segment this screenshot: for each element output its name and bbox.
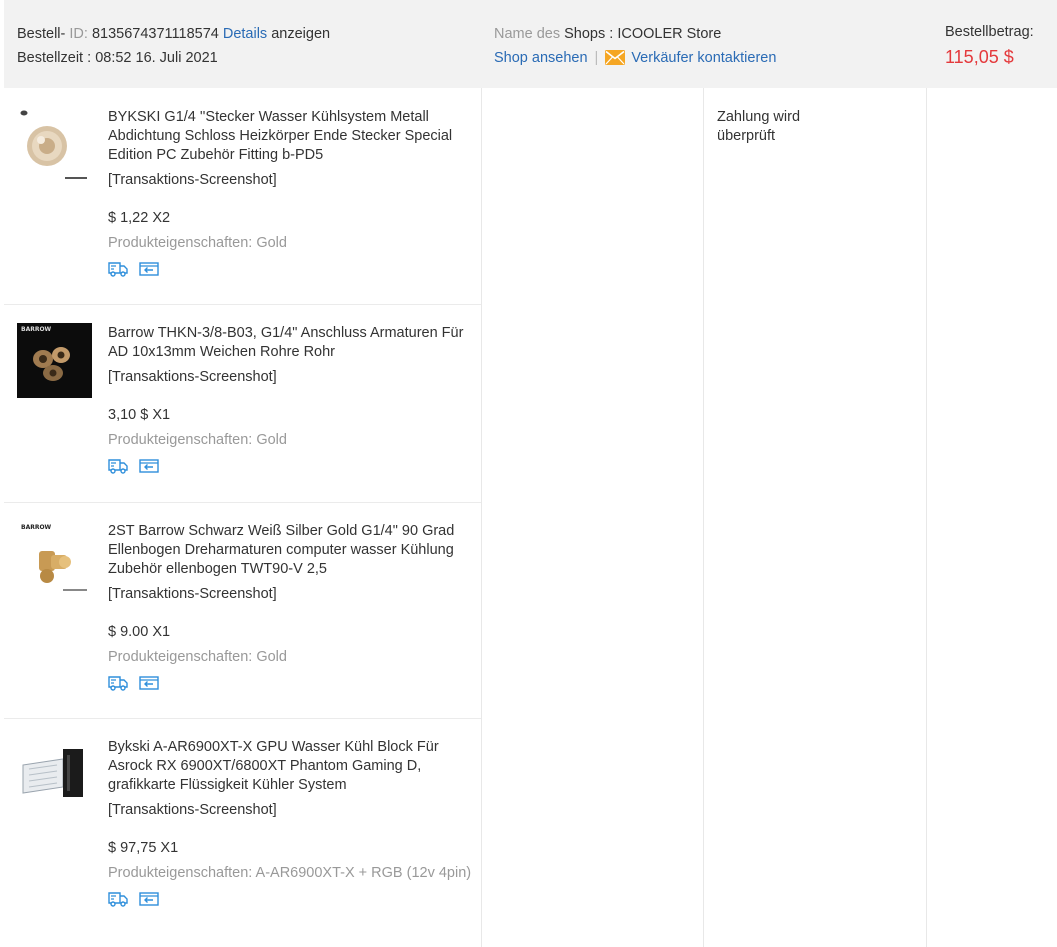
- order-item: Bykski A-AR6900XT-X GPU Wasser Kühl Bloc…: [4, 719, 481, 947]
- order-time-label: Bestellzeit :: [17, 50, 92, 66]
- product-title[interactable]: 2ST Barrow Schwarz Weiß Silber Gold G1/4…: [108, 522, 480, 579]
- item-info: 2ST Barrow Schwarz Weiß Silber Gold G1/4…: [108, 522, 480, 693]
- contact-seller-link[interactable]: Verkäufer kontaktieren: [631, 50, 776, 66]
- order-item: BYKSKI G1/4 ''Stecker Wasser Kühlsystem …: [4, 88, 481, 305]
- item-info: Barrow THKN-3/8-B03, G1/4" Anschluss Arm…: [108, 324, 480, 476]
- order-total: Bestellbetrag: 115,05 $: [945, 20, 1034, 70]
- order-id-label: ID:: [69, 26, 88, 42]
- item-info: BYKSKI G1/4 ''Stecker Wasser Kühlsystem …: [108, 108, 480, 279]
- item-action-icons: [108, 458, 480, 476]
- order-time-line: Bestellzeit : 08:52 16. Juli 2021: [17, 46, 330, 70]
- column-divider: [481, 88, 482, 947]
- item-price: $ 9.00 X1: [108, 624, 171, 640]
- truck-icon[interactable]: [108, 675, 128, 695]
- item-info: Bykski A-AR6900XT-X GPU Wasser Kühl Bloc…: [108, 738, 480, 909]
- product-title[interactable]: BYKSKI G1/4 ''Stecker Wasser Kühlsystem …: [108, 108, 480, 165]
- transaction-snapshot-link[interactable]: [Transaktions-Screenshot]: [108, 368, 480, 387]
- order-id-prefix: Bestell-: [17, 26, 66, 42]
- return-icon[interactable]: [139, 675, 159, 695]
- item-action-icons: [108, 675, 480, 693]
- order-details-suffix: anzeigen: [271, 26, 331, 42]
- item-properties: Produkteigenschaften: A-AR6900XT-X + RGB…: [108, 865, 472, 881]
- return-icon[interactable]: [139, 458, 159, 478]
- shop-actions: Shop ansehen | Verkäufer kontaktieren: [494, 46, 776, 73]
- item-price: 3,10 $ X1: [108, 407, 171, 423]
- transaction-snapshot-link[interactable]: [Transaktions-Screenshot]: [108, 171, 480, 190]
- transaction-snapshot-link[interactable]: [Transaktions-Screenshot]: [108, 801, 480, 820]
- thumbnail-brand-text: BARROW: [21, 524, 52, 531]
- column-divider: [926, 88, 927, 947]
- product-title[interactable]: Barrow THKN-3/8-B03, G1/4" Anschluss Arm…: [108, 324, 480, 362]
- column-divider: [703, 88, 704, 947]
- view-shop-link[interactable]: Shop ansehen: [494, 50, 588, 66]
- order-id-value: 8135674371118574: [91, 26, 219, 42]
- payment-status: Zahlung wird überprüft: [717, 108, 800, 146]
- transaction-snapshot-link[interactable]: [Transaktions-Screenshot]: [108, 585, 480, 604]
- shop-actions-separator: |: [594, 50, 599, 66]
- order-header: Bestell- ID: 8135674371118574 Details an…: [4, 0, 1057, 88]
- order-id-line: Bestell- ID: 8135674371118574 Details an…: [17, 22, 330, 46]
- order-total-label: Bestellbetrag:: [945, 24, 1034, 40]
- shop-name-value: ICOOLER Store: [617, 26, 722, 42]
- product-thumbnail[interactable]: [17, 737, 92, 812]
- shop-info: Name des Shops : ICOOLER Store Shop anse…: [494, 22, 776, 73]
- mail-icon[interactable]: [605, 49, 626, 73]
- return-icon[interactable]: [139, 261, 159, 281]
- shop-name-label-muted: Name des: [494, 26, 561, 42]
- payment-status-line: überprüft: [717, 128, 776, 144]
- item-price: $ 97,75 X1: [108, 840, 179, 856]
- shop-name-line: Name des Shops : ICOOLER Store: [494, 22, 776, 46]
- order-details-link[interactable]: Details: [223, 26, 267, 42]
- shop-name-label: Shops :: [564, 26, 614, 42]
- item-properties: Produkteigenschaften: Gold: [108, 649, 287, 665]
- item-properties: Produkteigenschaften: Gold: [108, 235, 287, 251]
- order-info: Bestell- ID: 8135674371118574 Details an…: [17, 22, 330, 70]
- thumbnail-brand-text: BARROW: [21, 326, 52, 333]
- order-item: BARROW Barrow THKN-3/8-B03, G1/4" Anschl…: [4, 305, 481, 503]
- order-item: BARROW 2ST Barrow Schwarz Weiß Silber Go…: [4, 503, 481, 719]
- order-total-value: 115,05 $: [945, 47, 1014, 67]
- product-thumbnail[interactable]: BARROW: [17, 521, 92, 596]
- item-price: $ 1,22 X2: [108, 210, 171, 226]
- product-thumbnail[interactable]: BARROW: [17, 323, 92, 398]
- return-icon[interactable]: [139, 891, 159, 911]
- truck-icon[interactable]: [108, 891, 128, 911]
- item-action-icons: [108, 891, 480, 909]
- item-action-icons: [108, 261, 480, 279]
- product-thumbnail[interactable]: [17, 108, 92, 183]
- item-properties: Produkteigenschaften: Gold: [108, 432, 287, 448]
- payment-status-line: Zahlung wird: [717, 109, 801, 125]
- truck-icon[interactable]: [108, 261, 128, 281]
- order-time-value: 08:52 16. Juli 2021: [95, 50, 218, 66]
- product-title[interactable]: Bykski A-AR6900XT-X GPU Wasser Kühl Bloc…: [108, 738, 480, 795]
- truck-icon[interactable]: [108, 458, 128, 478]
